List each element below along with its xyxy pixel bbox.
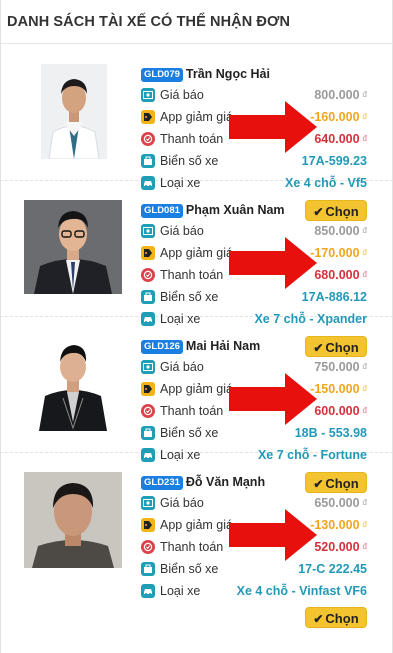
driver-name: Mai Hải Nam (185, 339, 261, 353)
plate-row: Biển số xe 17A-886.12 (141, 286, 367, 308)
payment-label: Thanh toán (160, 404, 224, 418)
driver-card: GLD081 Phạm Xuân Nam Giá báo 850.000 đ App… (0, 181, 393, 326)
tag-icon (141, 518, 155, 532)
driver-card: GLD079 Trần Ngọc Hải Giá báo 800.000 đ App… (0, 45, 393, 190)
plate-row: Biển số xe 17-C 222.45 (141, 558, 367, 580)
select-driver-button[interactable]: ✔ Chọn (305, 336, 367, 357)
driver-name: Trần Ngọc Hải (185, 67, 270, 81)
driver-photo (37, 336, 109, 431)
driver-photo (41, 64, 107, 159)
select-driver-button[interactable]: ✔ Chọn (305, 607, 367, 628)
driver-card: GLD231 Đỗ Văn Mạnh Giá báo 650.000 đ App g… (0, 453, 393, 598)
driver-code-badge: GLD126 (141, 340, 183, 354)
red-arrow-icon (229, 373, 317, 425)
driver-header: GLD079 Trần Ngọc Hải (141, 65, 270, 83)
driver-header: GLD231 Đỗ Văn Mạnh (141, 473, 265, 491)
plate-label: Biển số xe (160, 562, 219, 576)
check-icon: ✔ (313, 477, 324, 491)
discount-label: App giảm giá (160, 382, 233, 396)
driver-name: Phạm Xuân Nam (185, 203, 285, 217)
payment-label: Thanh toán (160, 540, 224, 554)
red-arrow-icon (229, 101, 317, 153)
price-label: Giá báo (160, 360, 204, 374)
plate-value: 17A-599.23 (301, 154, 367, 168)
payment-value: 680.000 đ (314, 268, 367, 282)
vehicle-value: Xe 4 chỗ - Vinfast VF6 (236, 584, 367, 598)
tag-icon (141, 382, 155, 396)
plate-row: Biển số xe 18B - 553.98 (141, 422, 367, 444)
select-driver-button[interactable]: ✔ Chọn (305, 472, 367, 493)
select-driver-button[interactable]: ✔ Chọn (305, 200, 367, 221)
plate-value: 18B - 553.98 (294, 426, 367, 440)
payment-value: 600.000 đ (314, 404, 367, 418)
price-label: Giá báo (160, 496, 204, 510)
driver-code-badge: GLD079 (141, 68, 183, 82)
payment-label: Thanh toán (160, 268, 224, 282)
car-icon (141, 584, 155, 598)
check-icon: ✔ (313, 612, 324, 626)
payment-icon (141, 268, 155, 282)
plate-value: 17A-886.12 (301, 290, 367, 304)
payment-value: 520.000 đ (314, 540, 367, 554)
price-icon (141, 88, 155, 102)
plate-label: Biển số xe (160, 290, 219, 304)
payment-icon (141, 132, 155, 146)
tag-icon (141, 110, 155, 124)
discount-label: App giảm giá (160, 110, 233, 124)
discount-label: App giảm giá (160, 518, 233, 532)
price-icon (141, 360, 155, 374)
driver-code-badge: GLD081 (141, 204, 183, 218)
plate-label: Biển số xe (160, 154, 219, 168)
price-value: 750.000 đ (314, 360, 367, 374)
payment-label: Thanh toán (160, 132, 224, 146)
plate-icon (141, 290, 155, 304)
page-title: DANH SÁCH TÀI XẾ CÓ THỂ NHẬN ĐƠN (0, 0, 393, 44)
plate-value: 17-C 222.45 (298, 562, 367, 576)
check-icon: ✔ (313, 205, 324, 219)
price-label: Giá báo (160, 224, 204, 238)
driver-photo (24, 472, 122, 568)
driver-name: Đỗ Văn Mạnh (185, 475, 266, 489)
plate-icon (141, 562, 155, 576)
discount-label: App giảm giá (160, 246, 233, 260)
check-icon: ✔ (313, 341, 324, 355)
driver-header: GLD081 Phạm Xuân Nam (141, 201, 285, 219)
driver-header: GLD126 Mai Hải Nam (141, 337, 260, 355)
plate-icon (141, 426, 155, 440)
price-value: 800.000 đ (314, 88, 367, 102)
payment-icon (141, 540, 155, 554)
tag-icon (141, 246, 155, 260)
price-icon (141, 224, 155, 238)
vehicle-row: Loại xe Xe 4 chỗ - Vinfast VF6 (141, 580, 367, 602)
red-arrow-icon (229, 509, 317, 561)
payment-icon (141, 404, 155, 418)
driver-code-badge: GLD231 (141, 476, 183, 490)
red-arrow-icon (229, 237, 317, 289)
vehicle-label: Loại xe (160, 584, 201, 598)
price-value: 650.000 đ (314, 496, 367, 510)
driver-photo (24, 200, 122, 294)
plate-icon (141, 154, 155, 168)
payment-value: 640.000 đ (314, 132, 367, 146)
price-value: 850.000 đ (314, 224, 367, 238)
plate-row: Biển số xe 17A-599.23 (141, 150, 367, 172)
plate-label: Biển số xe (160, 426, 219, 440)
price-label: Giá báo (160, 88, 204, 102)
driver-card: GLD126 Mai Hải Nam Giá báo 750.000 đ App g… (0, 317, 393, 462)
price-icon (141, 496, 155, 510)
